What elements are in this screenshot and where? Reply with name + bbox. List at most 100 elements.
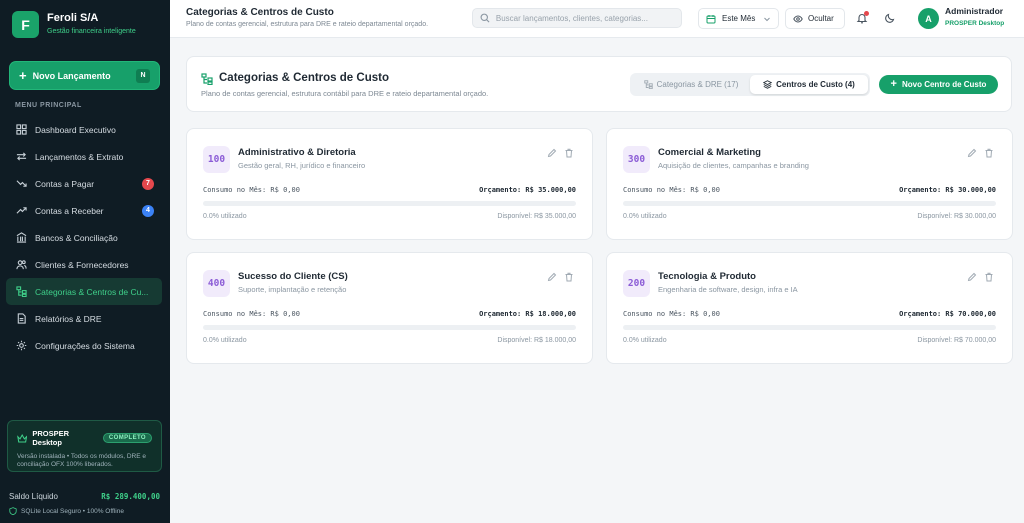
- new-cost-center-button[interactable]: + Novo Centro de Custo: [879, 75, 998, 94]
- tab-centros-custo[interactable]: Centros de Custo (4): [750, 75, 868, 94]
- budget: Orçamento: R$ 30.000,00: [899, 186, 996, 194]
- usage-percent: 0.0% utilizado: [623, 213, 667, 220]
- menu-title: MENU PRINCIPAL: [15, 102, 82, 109]
- new-entry-button[interactable]: + Novo Lançamento N: [10, 62, 159, 89]
- pencil-icon[interactable]: [547, 272, 557, 282]
- brand-logo: F: [12, 11, 39, 38]
- sidebar-item-relatorios[interactable]: Relatórios & DRE: [6, 305, 162, 332]
- page-title: Categorias & Centros de Custo: [186, 7, 334, 18]
- hide-values-button[interactable]: Ocultar: [785, 8, 845, 29]
- sidebar-item-label: Lançamentos & Extrato: [35, 151, 124, 162]
- license-description: Versão instalada • Todos os módulos, DRE…: [17, 453, 146, 468]
- plus-icon: +: [890, 78, 897, 90]
- license-card: PROSPER Desktop COMPLETO Versão instalad…: [7, 420, 162, 472]
- brand-subtitle: Gestão financeira inteligente: [47, 28, 136, 35]
- tab-categorias[interactable]: Categorias & DRE (17): [632, 75, 750, 94]
- tree-icon: [643, 80, 653, 89]
- search-box[interactable]: [472, 8, 682, 28]
- section-title: Categorias & Centros de Custo: [219, 72, 389, 84]
- sidebar: F Feroli S/A Gestão financeira inteligen…: [0, 0, 170, 523]
- dashboard-icon: [16, 124, 27, 135]
- trash-icon[interactable]: [564, 148, 574, 158]
- avatar[interactable]: A: [918, 8, 939, 29]
- sidebar-item-bancos[interactable]: Bancos & Conciliação: [6, 224, 162, 251]
- calendar-icon: [706, 14, 716, 23]
- search-icon: [480, 13, 490, 23]
- sidebar-item-clientes[interactable]: Clientes & Fornecedores: [6, 251, 162, 278]
- layers-icon: [763, 80, 773, 89]
- new-cost-center-label: Novo Centro de Custo: [901, 80, 987, 89]
- trash-icon[interactable]: [984, 148, 994, 158]
- sidebar-item-categorias[interactable]: Categorias & Centros de Cu...: [6, 278, 162, 305]
- cost-center-card: 400 Sucesso do Cliente (CS) Suporte, imp…: [186, 252, 593, 364]
- budget: Orçamento: R$ 35.000,00: [479, 186, 576, 194]
- bank-icon: [16, 232, 27, 243]
- usage-percent: 0.0% utilizado: [203, 337, 247, 344]
- users-icon: [16, 259, 27, 270]
- trash-icon[interactable]: [564, 272, 574, 282]
- cost-center-code: 100: [203, 146, 230, 173]
- pending-count-badge: 4: [142, 204, 154, 217]
- usage-percent: 0.0% utilizado: [623, 337, 667, 344]
- sidebar-item-label: Contas a Receber: [35, 205, 104, 216]
- available-amount: Disponível: R$ 18.000,00: [497, 337, 576, 344]
- brand-name: Feroli S/A: [47, 12, 99, 24]
- sidebar-item-label: Relatórios & DRE: [35, 313, 102, 324]
- main-menu: Dashboard Executivo Lançamentos & Extrat…: [6, 116, 162, 359]
- offline-status: SQLite Local Seguro • 100% Offline: [9, 507, 124, 515]
- sidebar-item-dashboard[interactable]: Dashboard Executivo: [6, 116, 162, 143]
- budget-progress-bar: [623, 201, 996, 206]
- topbar: Categorias & Centros de Custo Plano de c…: [170, 0, 1024, 38]
- budget: Orçamento: R$ 18.000,00: [479, 310, 576, 318]
- sidebar-item-configuracoes[interactable]: Configurações do Sistema: [6, 332, 162, 359]
- net-balance: Saldo Líquido R$ 289.400,00: [9, 492, 160, 501]
- trend-up-icon: [16, 205, 27, 216]
- budget-progress-bar: [203, 325, 576, 330]
- eye-icon: [793, 14, 803, 23]
- tree-icon: [16, 286, 27, 297]
- sidebar-item-contas-receber[interactable]: Contas a Receber 4: [6, 197, 162, 224]
- sidebar-item-label: Configurações do Sistema: [35, 340, 135, 351]
- pencil-icon[interactable]: [547, 148, 557, 158]
- available-amount: Disponível: R$ 35.000,00: [497, 213, 576, 220]
- monthly-consumption: Consumo no Mês: R$ 0,00: [203, 186, 300, 194]
- cost-center-description: Gestão geral, RH, jurídico e financeiro: [238, 161, 366, 170]
- sidebar-item-lancamentos[interactable]: Lançamentos & Extrato: [6, 143, 162, 170]
- sidebar-item-contas-pagar[interactable]: Contas a Pagar 7: [6, 170, 162, 197]
- brand[interactable]: F Feroli S/A Gestão financeira inteligen…: [12, 11, 136, 38]
- cost-center-card: 100 Administrativo & Diretoria Gestão ge…: [186, 128, 593, 240]
- pencil-icon[interactable]: [967, 272, 977, 282]
- period-label: Este Mês: [722, 14, 756, 23]
- usage-percent: 0.0% utilizado: [203, 213, 247, 220]
- tree-icon: [201, 73, 213, 85]
- tab-label: Centros de Custo (4): [776, 80, 855, 89]
- shield-icon: [9, 507, 17, 515]
- cost-center-description: Aquisição de clientes, campanhas e brand…: [658, 161, 809, 170]
- trend-down-icon: [16, 178, 27, 189]
- budget: Orçamento: R$ 70.000,00: [899, 310, 996, 318]
- cost-center-card: 300 Comercial & Marketing Aquisição de c…: [606, 128, 1013, 240]
- moon-icon[interactable]: [884, 12, 896, 24]
- gear-icon: [16, 340, 27, 351]
- license-name: PROSPER Desktop: [32, 429, 70, 447]
- monthly-consumption: Consumo no Mês: R$ 0,00: [203, 310, 300, 318]
- user-name: Administrador: [945, 6, 1004, 16]
- period-selector[interactable]: Este Mês: [698, 8, 779, 29]
- search-input[interactable]: [495, 13, 674, 23]
- cost-center-description: Engenharia de software, design, infra e …: [658, 285, 798, 294]
- cost-center-code: 400: [203, 270, 230, 297]
- trash-icon[interactable]: [984, 272, 994, 282]
- monthly-consumption: Consumo no Mês: R$ 0,00: [623, 310, 720, 318]
- arrows-swap-icon: [16, 151, 27, 162]
- available-amount: Disponível: R$ 30.000,00: [917, 213, 996, 220]
- shortcut-key: N: [136, 68, 150, 83]
- pencil-icon[interactable]: [967, 148, 977, 158]
- new-entry-label: Novo Lançamento: [32, 70, 111, 81]
- tab-label: Categorias & DRE (17): [656, 80, 739, 89]
- section-header: Categorias & Centros de Custo Plano de c…: [186, 56, 1012, 112]
- user-role: PROSPER Desktop: [945, 20, 1005, 27]
- cost-center-name: Comercial & Marketing: [658, 147, 761, 158]
- chevron-down-icon: [764, 17, 770, 21]
- section-subtitle: Plano de contas gerencial, estrutura con…: [201, 89, 489, 98]
- view-tabs: Categorias & DRE (17) Centros de Custo (…: [630, 73, 870, 96]
